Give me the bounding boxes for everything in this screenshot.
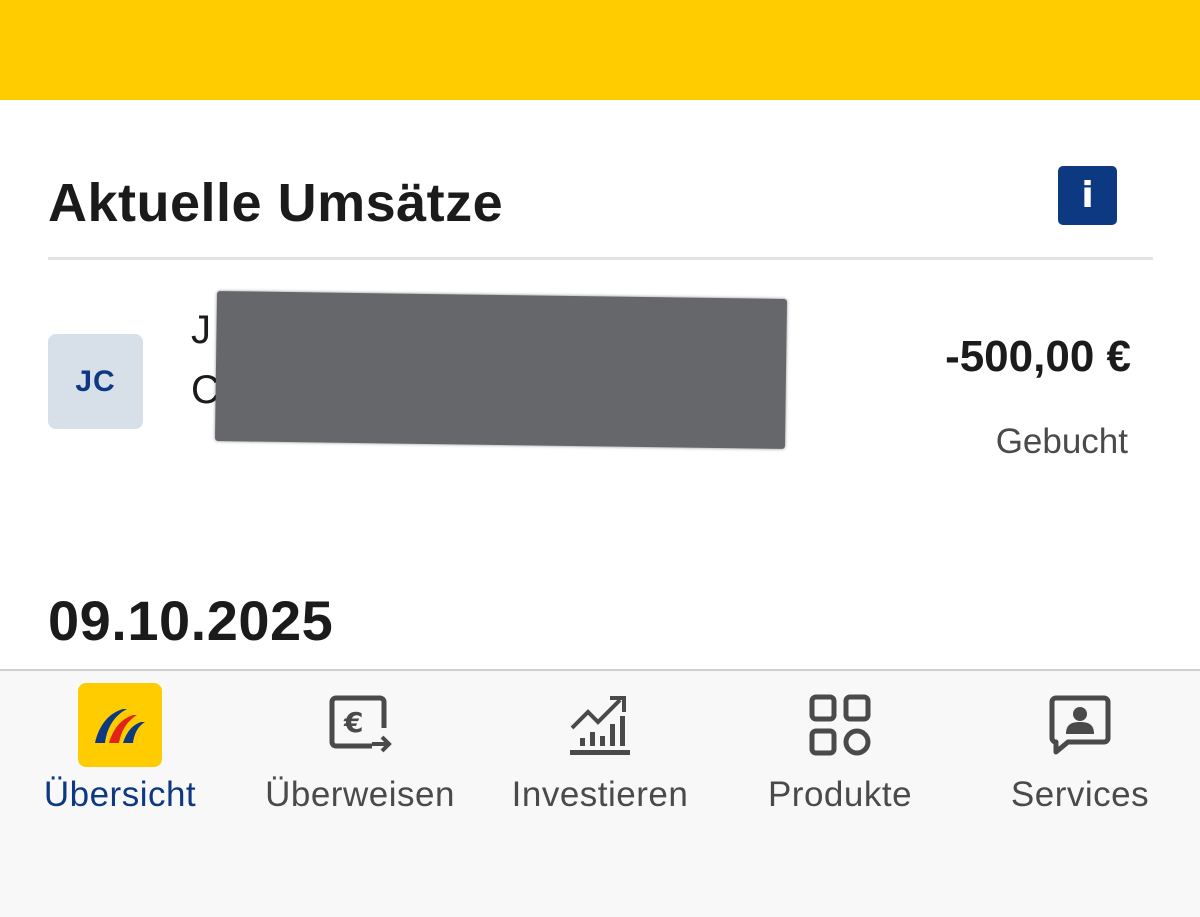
nav-item-ueberweisen[interactable]: € Überweisen	[240, 671, 480, 821]
section-title: Aktuelle Umsätze	[48, 173, 504, 233]
nav-item-services[interactable]: Services	[960, 671, 1200, 821]
date-group-heading: 09.10.2025	[48, 589, 334, 652]
redaction-block	[214, 291, 788, 449]
info-button[interactable]: i	[1058, 166, 1117, 225]
avatar: JC	[48, 334, 143, 429]
service-person-chat-icon	[1038, 683, 1122, 767]
nav-label: Services	[1010, 775, 1150, 814]
euro-transfer-icon: €	[318, 683, 402, 767]
postbank-logo-icon	[78, 683, 162, 767]
transaction-row[interactable]: JC J C -500,00 € Gebucht	[48, 290, 1153, 470]
chart-growth-icon	[558, 683, 642, 767]
section-header: Aktuelle Umsätze i	[48, 164, 1153, 260]
transaction-amount: -500,00 €	[945, 332, 1131, 381]
grid-products-icon	[798, 683, 882, 767]
info-icon: i	[1081, 174, 1094, 216]
nav-item-produkte[interactable]: Produkte	[720, 671, 960, 821]
nav-item-uebersicht[interactable]: Übersicht	[0, 671, 240, 821]
transaction-status: Gebucht	[995, 422, 1128, 461]
bottom-navigation: Übersicht € Überweisen Investieren Produ…	[0, 669, 1200, 917]
svg-text:€: €	[343, 706, 363, 739]
app-top-bar	[0, 0, 1200, 100]
nav-item-investieren[interactable]: Investieren	[480, 671, 720, 821]
main-content: Aktuelle Umsätze i JC J C -500,00 € Gebu…	[0, 100, 1200, 670]
nav-label: Übersicht	[43, 775, 197, 814]
nav-label: Investieren	[511, 775, 689, 814]
nav-label: Überweisen	[265, 775, 455, 814]
nav-label: Produkte	[767, 775, 913, 814]
transaction-payee: J	[191, 308, 211, 352]
